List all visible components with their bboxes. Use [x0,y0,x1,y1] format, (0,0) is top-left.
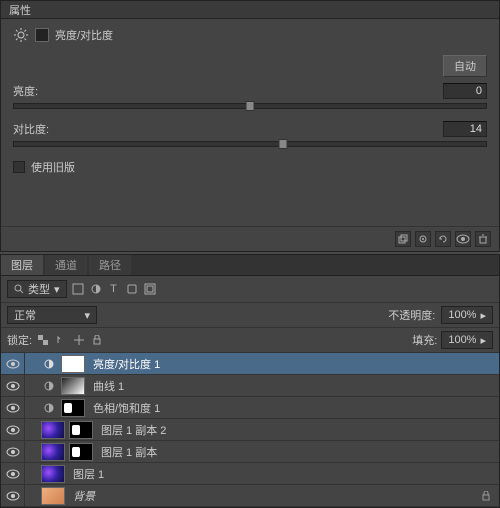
lock-transparent-icon[interactable] [36,333,50,347]
properties-panel: 属性 亮度/对比度 自动 亮度: 对比度: 使用旧版 [0,0,500,252]
blend-mode-dropdown[interactable]: 正常 ▾ [7,306,97,324]
layer-row[interactable]: 背景 [1,485,499,507]
layer-thumb[interactable] [41,465,65,483]
contrast-label: 对比度: [13,121,49,137]
blend-opacity-row: 正常 ▾ 不透明度: 100% ▸ [1,303,499,328]
fill-input[interactable]: 100% ▸ [441,331,493,349]
filter-type-icon[interactable]: T [107,282,121,296]
chevron-down-icon: ▾ [54,283,60,296]
fill-label: 填充: [412,332,437,348]
filter-kind-label: 类型 [28,281,50,297]
blend-mode-value: 正常 [14,307,36,323]
lock-icon [481,491,491,501]
layer-row[interactable]: 曲线 1 [1,375,499,397]
contrast-row: 对比度: [13,121,487,137]
filter-shape-icon[interactable] [125,282,139,296]
visibility-toggle[interactable] [1,397,25,418]
filter-kind-dropdown[interactable]: 类型 ▾ [7,280,67,298]
adjustment-icon [39,397,59,418]
layer-name: 亮度/对比度 1 [93,356,160,372]
layer-list: 亮度/对比度 1 曲线 1 色相/饱和度 1 图层 1 副本 2 [1,353,499,507]
lock-image-icon[interactable] [54,333,68,347]
layer-thumb[interactable] [41,487,65,505]
layer-name: 背景 [73,488,95,504]
layer-mask-thumb[interactable] [61,377,85,395]
layer-row[interactable]: 色相/饱和度 1 [1,397,499,419]
toggle-visibility-icon[interactable] [455,231,471,247]
clip-to-layer-icon[interactable] [395,231,411,247]
layer-name: 色相/饱和度 1 [93,400,160,416]
tab-channels[interactable]: 通道 [45,255,87,275]
layer-row[interactable]: 图层 1 [1,463,499,485]
visibility-toggle[interactable] [1,353,25,374]
layer-name: 曲线 1 [93,378,124,394]
brightness-slider[interactable] [13,103,487,109]
tab-paths[interactable]: 路径 [89,255,131,275]
opacity-input[interactable]: 100% ▸ [441,306,493,324]
layer-mask-thumb[interactable] [61,399,85,417]
layers-panel: 图层 通道 路径 类型 ▾ T 正常 ▾ 不透明度: 100% ▸ 锁定: 填充… [0,254,500,508]
layer-row[interactable]: 图层 1 副本 [1,441,499,463]
visibility-toggle[interactable] [1,419,25,440]
properties-title: 属性 [9,2,31,18]
lock-position-icon[interactable] [72,333,86,347]
search-icon [14,284,24,294]
contrast-slider-thumb[interactable] [279,139,288,149]
chevron-down-icon: ▸ [480,309,486,322]
brightness-slider-thumb[interactable] [246,101,255,111]
opacity-value: 100% [448,309,476,321]
tab-layers[interactable]: 图层 [1,255,43,275]
brightness-input[interactable] [443,83,487,99]
properties-body: 亮度/对比度 自动 亮度: 对比度: 使用旧版 [1,19,499,226]
filter-adjustment-icon[interactable] [89,282,103,296]
lock-label: 锁定: [7,332,32,348]
legacy-row: 使用旧版 [13,159,487,175]
properties-footer [1,226,499,251]
layer-name: 图层 1 副本 2 [101,422,166,438]
adjustment-name: 亮度/对比度 [55,27,113,43]
properties-header: 属性 [1,1,499,19]
layer-name: 图层 1 副本 [101,444,157,460]
visibility-toggle[interactable] [1,441,25,462]
layer-thumb[interactable] [41,443,65,461]
opacity-label: 不透明度: [388,307,435,323]
layer-thumb[interactable] [41,421,65,439]
lock-fill-row: 锁定: 填充: 100% ▸ [1,328,499,353]
layer-mask-thumb[interactable] [69,443,93,461]
layer-filter-toolbar: 类型 ▾ T [1,276,499,303]
legacy-checkbox[interactable] [13,161,25,173]
layers-tabs: 图层 通道 路径 [1,255,499,276]
contrast-input[interactable] [443,121,487,137]
adjustment-icon [39,353,59,374]
layer-row[interactable]: 图层 1 副本 2 [1,419,499,441]
chevron-down-icon: ▾ [84,309,90,322]
visibility-toggle[interactable] [1,463,25,484]
legacy-label: 使用旧版 [31,159,75,175]
brightness-contrast-icon [13,27,29,43]
visibility-toggle[interactable] [1,375,25,396]
reset-icon[interactable] [435,231,451,247]
brightness-row: 亮度: [13,83,487,99]
auto-button[interactable]: 自动 [443,55,487,77]
filter-smart-icon[interactable] [143,282,157,296]
layer-name: 图层 1 [73,466,104,482]
contrast-slider[interactable] [13,141,487,147]
layer-row[interactable]: 亮度/对比度 1 [1,353,499,375]
lock-all-icon[interactable] [90,333,104,347]
adjustment-icon [39,375,59,396]
brightness-label: 亮度: [13,83,38,99]
layer-mask-thumb[interactable] [61,355,85,373]
view-previous-icon[interactable] [415,231,431,247]
adjustment-title-row: 亮度/对比度 [13,27,487,43]
chevron-down-icon: ▸ [480,334,486,347]
mask-icon [35,28,49,42]
layer-mask-thumb[interactable] [69,421,93,439]
delete-adjustment-icon[interactable] [475,231,491,247]
filter-pixel-icon[interactable] [71,282,85,296]
fill-value: 100% [448,334,476,346]
